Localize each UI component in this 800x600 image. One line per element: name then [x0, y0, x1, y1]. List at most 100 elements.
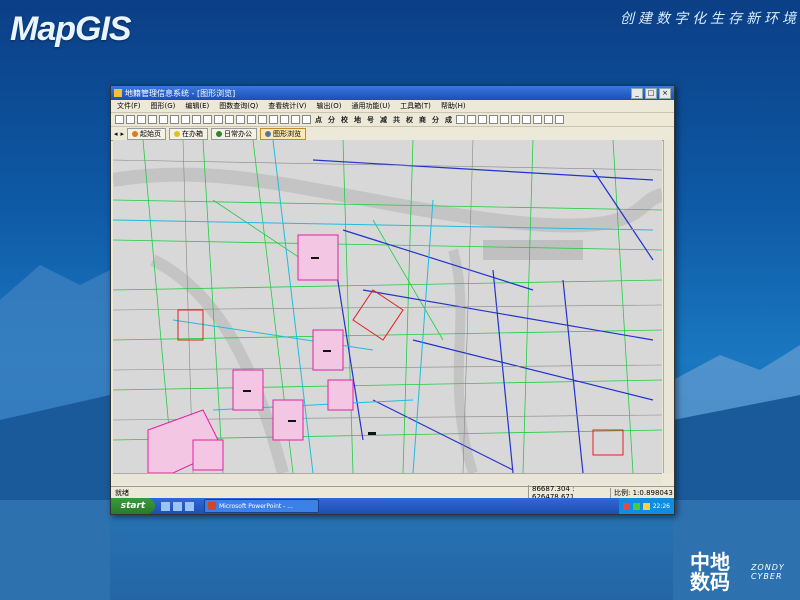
app-window: 地籍管理信息系统 - [图形浏览] _ □ × 文件(F) 图形(G) 编辑(E… [110, 85, 675, 515]
tool-icon[interactable] [500, 115, 509, 124]
start-button[interactable]: start [111, 498, 155, 514]
status-bar: 就绪 86687.304 : 626478.671 比例: 1:0.898043 [111, 484, 674, 501]
window-title: 地籍管理信息系统 - [图形浏览] [125, 88, 236, 98]
tray-clock: 22:26 [652, 502, 670, 510]
tool-word[interactable]: 商 [419, 115, 426, 125]
tool-icon[interactable] [489, 115, 498, 124]
tool-word[interactable]: 校 [341, 115, 348, 125]
menu-output[interactable]: 输出(O) [317, 101, 342, 111]
window-titlebar[interactable]: 地籍管理信息系统 - [图形浏览] _ □ × [111, 86, 674, 100]
tab-inbox[interactable]: 在办箱 [169, 127, 209, 140]
status-ready: 就绪 [115, 488, 129, 497]
tool-word[interactable]: 地 [354, 115, 361, 125]
tool-icon[interactable] [159, 115, 168, 124]
zondy-logo: 中地数码 ZONDY CYBER [690, 552, 800, 592]
tab-label: 起始页 [140, 129, 162, 138]
horizontal-scrollbar[interactable] [113, 473, 662, 484]
tool-icon[interactable] [192, 115, 201, 124]
tool-icon[interactable] [214, 115, 223, 124]
tool-icon[interactable] [478, 115, 487, 124]
tab-map-icon [265, 130, 272, 137]
tool-word[interactable]: 号 [367, 115, 374, 125]
tool-icon[interactable] [291, 115, 300, 124]
system-tray: 22:26 [618, 498, 674, 514]
menu-toolbox[interactable]: 工具箱(T) [400, 101, 431, 111]
tool-icon[interactable] [522, 115, 531, 124]
map-view[interactable] [113, 140, 662, 473]
tool-icon[interactable] [302, 115, 311, 124]
tool-icon[interactable] [148, 115, 157, 124]
windows-taskbar: start Microsoft PowerPoint - ... 22:26 [111, 498, 674, 514]
tab-start-icon [132, 130, 139, 137]
menu-query[interactable]: 图数查询(Q) [219, 101, 258, 111]
tool-icon[interactable] [280, 115, 289, 124]
tool-word[interactable]: 减 [380, 115, 387, 125]
tab-start-page[interactable]: 起始页 [127, 127, 167, 140]
tool-icon[interactable] [236, 115, 245, 124]
quick-launch [161, 501, 194, 511]
tool-word[interactable]: 共 [393, 115, 400, 125]
tool-icon[interactable] [555, 115, 564, 124]
minimize-button[interactable]: _ [631, 88, 643, 99]
tab-map-browse[interactable]: 图形浏览 [260, 127, 307, 140]
tool-icon[interactable] [225, 115, 234, 124]
slide-background: MapGIS 创建数字化生存新环境 中地数码 ZONDY CYBER 地籍管理信… [0, 0, 800, 600]
tool-icon[interactable] [533, 115, 542, 124]
tool-word[interactable]: 成 [445, 115, 452, 125]
menu-bar: 文件(F) 图形(G) 编辑(E) 图数查询(Q) 查看统计(V) 输出(O) … [111, 100, 674, 113]
tool-icon[interactable] [126, 115, 135, 124]
zondy-logo-zh: 中地数码 [690, 550, 730, 594]
status-scale: 比例: 1:0.898043 [610, 487, 674, 498]
tool-icon[interactable] [258, 115, 267, 124]
menu-common[interactable]: 通用功能(U) [352, 101, 391, 111]
tab-label: 图形浏览 [273, 129, 302, 138]
tab-label: 在办箱 [182, 129, 204, 138]
tool-word[interactable]: 权 [406, 115, 413, 125]
tool-icon[interactable] [467, 115, 476, 124]
menu-edit[interactable]: 编辑(E) [185, 101, 209, 111]
quicklaunch-icon[interactable] [161, 501, 170, 511]
tool-icon[interactable] [247, 115, 256, 124]
start-label: start [120, 501, 146, 511]
tab-daily-office[interactable]: 日常办公 [211, 127, 258, 140]
slogan-text: 创建数字化生存新环境 [620, 11, 800, 27]
maximize-button[interactable]: □ [645, 88, 657, 99]
tab-inbox-icon [174, 130, 181, 137]
tool-icon[interactable] [511, 115, 520, 124]
tab-bar: ◂ ▸ 起始页 在办箱 日常办公 图形浏览 [111, 127, 674, 141]
menu-file[interactable]: 文件(F) [117, 101, 141, 111]
tab-scroll-left-icon[interactable]: ◂ [114, 130, 118, 138]
quicklaunch-icon[interactable] [173, 501, 182, 511]
tool-icon[interactable] [181, 115, 190, 124]
tool-icon[interactable] [456, 115, 465, 124]
tool-icon[interactable] [137, 115, 146, 124]
tray-icon[interactable] [622, 502, 630, 510]
tool-word[interactable]: 分 [328, 115, 335, 125]
tray-icon[interactable] [642, 502, 650, 510]
tool-icon[interactable] [269, 115, 278, 124]
toolbar: 点 分 校 地 号 减 共 权 商 分 成 [111, 113, 674, 127]
tab-office-icon [216, 130, 223, 137]
quicklaunch-icon[interactable] [185, 501, 194, 511]
menu-help[interactable]: 帮助(H) [441, 101, 466, 111]
powerpoint-icon [208, 502, 216, 510]
tool-icon[interactable] [170, 115, 179, 124]
zondy-logo-en: ZONDY CYBER [750, 563, 785, 581]
task-label: Microsoft PowerPoint - ... [219, 502, 293, 510]
menu-stats[interactable]: 查看统计(V) [268, 101, 306, 111]
mapgis-logo: MapGIS [10, 10, 132, 48]
tool-icon[interactable] [115, 115, 124, 124]
app-icon [114, 89, 122, 97]
tool-word[interactable]: 点 [315, 115, 322, 125]
taskbar-powerpoint[interactable]: Microsoft PowerPoint - ... [204, 499, 319, 513]
cadastral-map [113, 140, 662, 473]
tab-label: 日常办公 [224, 129, 253, 138]
close-button[interactable]: × [659, 88, 671, 99]
tool-word[interactable]: 分 [432, 115, 439, 125]
tab-scroll-right-icon[interactable]: ▸ [121, 130, 125, 138]
tool-icon[interactable] [544, 115, 553, 124]
menu-graphics[interactable]: 图形(G) [151, 101, 176, 111]
vertical-scrollbar[interactable] [663, 140, 674, 473]
tray-icon[interactable] [632, 502, 640, 510]
tool-icon[interactable] [203, 115, 212, 124]
